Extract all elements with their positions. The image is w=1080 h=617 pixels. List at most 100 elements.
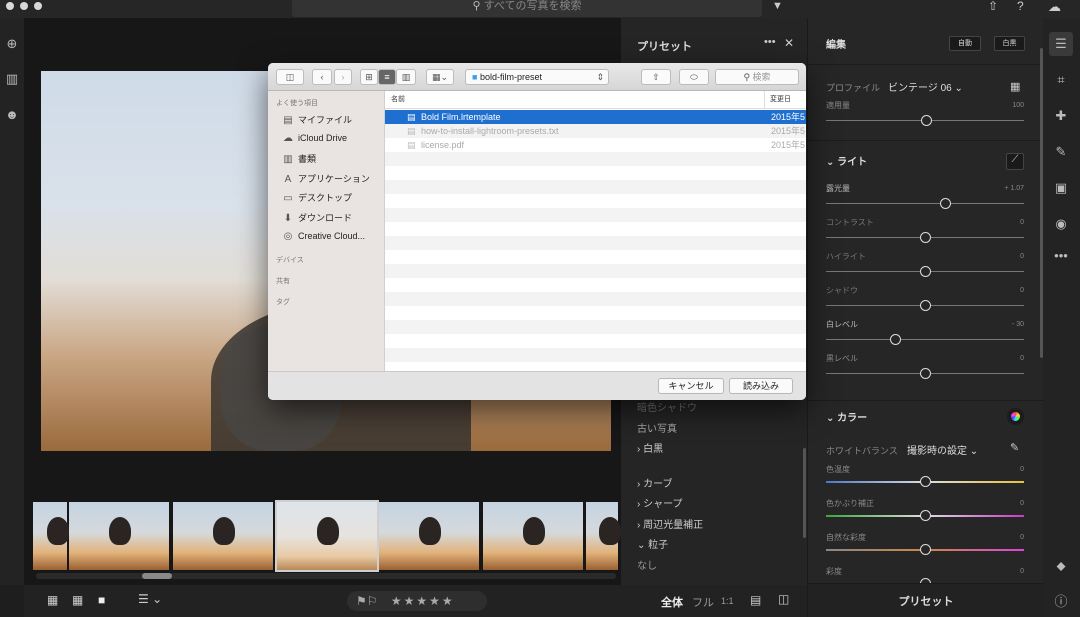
preset-group[interactable]: › 周辺光量補正: [637, 516, 703, 531]
file-row[interactable]: ▤ how-to-install-lightroom-presets.txt 201…: [385, 124, 806, 138]
filmstrip-thumb[interactable]: [379, 502, 479, 570]
preset-item[interactable]: 暗色シャドウ: [637, 399, 697, 414]
view-all-button[interactable]: 全体: [661, 594, 683, 610]
list-view-icon[interactable]: ≡: [378, 69, 396, 85]
preset-group[interactable]: › シャープ: [637, 495, 683, 510]
preset-item[interactable]: なし: [637, 557, 657, 572]
slider-knob[interactable]: [920, 232, 931, 243]
flag-icon[interactable]: ⚑⚐: [356, 594, 378, 608]
help-icon[interactable]: ?: [1017, 0, 1024, 13]
cancel-button[interactable]: キャンセル: [658, 378, 724, 394]
brush-icon[interactable]: ✎: [1053, 144, 1069, 160]
add-photo-icon[interactable]: ⊕: [5, 37, 19, 51]
preset-scrollbar[interactable]: [803, 448, 806, 538]
sidebar-item-icloud[interactable]: ☁ iCloud Drive: [282, 133, 347, 144]
slider-knob[interactable]: [920, 266, 931, 277]
slider-knob[interactable]: [920, 544, 931, 555]
file-row[interactable]: ▤ Bold Film.lrtemplate 2015年5: [385, 110, 806, 124]
auto-button[interactable]: 自動: [949, 36, 981, 51]
filmstrip-thumb[interactable]: [483, 502, 583, 570]
eyedropper-icon[interactable]: ✎: [1010, 441, 1019, 454]
folder-dropdown[interactable]: ■ bold-film-preset ⇕: [465, 69, 609, 85]
detail-view-icon[interactable]: ■: [98, 593, 105, 607]
column-view-icon[interactable]: ▥: [396, 69, 416, 85]
sidebar-toggle-icon[interactable]: ◫: [276, 69, 304, 85]
view-fit-button[interactable]: フル: [692, 594, 714, 610]
column-header-name[interactable]: 名前: [385, 91, 765, 109]
preset-group[interactable]: ⌄ 粒子: [637, 536, 668, 551]
slider-knob[interactable]: [920, 368, 931, 379]
sort-icon[interactable]: ☰ ⌄: [138, 592, 162, 606]
share-icon[interactable]: ⇧: [988, 0, 998, 13]
tone-curve-icon[interactable]: ⟋: [1006, 153, 1024, 170]
gallery-view-icon[interactable]: ▦⌄: [426, 69, 454, 85]
info-icon[interactable]: ⓘ: [1053, 594, 1069, 610]
sidebar-item-desktop[interactable]: ▭ デスクトップ: [282, 191, 352, 204]
sidebar-item-creative-cloud[interactable]: ◎ Creative Cloud...: [282, 231, 365, 242]
filter-icon[interactable]: ▼: [772, 0, 783, 12]
color-header[interactable]: ⌄ カラー: [826, 409, 867, 424]
color-mixer-icon[interactable]: [1007, 408, 1024, 425]
healing-icon[interactable]: ✚: [1053, 108, 1069, 124]
slider-knob[interactable]: [939, 198, 951, 209]
more-icon[interactable]: •••: [764, 36, 776, 48]
filmstrip-thumb[interactable]: [586, 502, 621, 570]
back-icon[interactable]: ‹: [312, 69, 332, 85]
sidebar-item-downloads[interactable]: ⬇ ダウンロード: [282, 211, 352, 224]
filmstrip-thumb[interactable]: [173, 502, 273, 570]
profile-browser-icon[interactable]: ▦: [1010, 80, 1020, 93]
forward-icon[interactable]: ›: [334, 69, 352, 85]
icon-view-icon[interactable]: ⊞: [360, 69, 378, 85]
slider-knob[interactable]: [920, 300, 931, 311]
tag-icon[interactable]: ⬭: [679, 69, 709, 85]
library-icon[interactable]: ▥: [5, 72, 19, 86]
people-icon[interactable]: ☻: [5, 108, 19, 122]
grid-view-icon[interactable]: ▦: [47, 593, 58, 607]
star-rating[interactable]: ★★★★★: [391, 594, 455, 608]
before-after-icon[interactable]: ◫: [778, 592, 789, 606]
slider-knob[interactable]: [920, 510, 931, 521]
slider-knob[interactable]: [890, 334, 902, 345]
compare-icon[interactable]: ▤: [750, 593, 761, 607]
light-header[interactable]: ⌄ ライト: [826, 153, 867, 168]
cloud-icon[interactable]: ☁: [1048, 0, 1061, 15]
more-tools-icon[interactable]: •••: [1053, 248, 1069, 264]
sidebar-item-documents[interactable]: ▥ 書類: [282, 152, 316, 165]
presets-button[interactable]: プリセット: [808, 593, 1044, 609]
preset-item[interactable]: 古い写真: [637, 420, 677, 435]
window-dot-icon[interactable]: [34, 2, 42, 10]
preset-group[interactable]: › 白黒: [637, 440, 663, 455]
bw-button[interactable]: 白黒: [994, 36, 1025, 51]
open-button[interactable]: 読み込み: [729, 378, 793, 394]
filmstrip-scroll-thumb[interactable]: [142, 573, 172, 579]
amount-slider-knob[interactable]: [921, 115, 932, 126]
slider-track[interactable]: [826, 339, 1024, 340]
preset-group[interactable]: › カーブ: [637, 475, 673, 490]
sidebar-item-myfiles[interactable]: ▤ マイファイル: [282, 113, 352, 126]
close-icon[interactable]: ✕: [784, 36, 794, 50]
window-dot-icon[interactable]: [20, 2, 28, 10]
filmstrip-scrollbar[interactable]: [36, 573, 616, 579]
search-bar[interactable]: ⚲ すべての写真を検索: [292, 0, 762, 17]
crop-icon[interactable]: ⌗: [1053, 72, 1069, 88]
column-header-date[interactable]: 変更日: [765, 91, 806, 109]
sidebar-item-applications[interactable]: A アプリケーション: [282, 172, 370, 185]
wb-dropdown[interactable]: 撮影時の設定 ⌄: [907, 442, 978, 457]
radial-gradient-icon[interactable]: ◉: [1053, 216, 1069, 232]
filmstrip-thumb[interactable]: [69, 502, 169, 570]
slider-knob[interactable]: [920, 476, 931, 487]
cloud-icon: ☁: [283, 133, 293, 144]
file-row[interactable]: ▤ license.pdf 2015年5: [385, 138, 806, 152]
dialog-search-input[interactable]: ⚲ 検索: [715, 69, 799, 85]
filmstrip-thumb[interactable]: [33, 502, 69, 570]
view-1to1-button[interactable]: 1:1: [721, 596, 734, 606]
slider-track[interactable]: [826, 203, 1024, 204]
tag-icon[interactable]: ⬥: [1053, 558, 1069, 574]
edit-sliders-icon[interactable]: ☰: [1053, 36, 1069, 52]
window-dot-icon[interactable]: [6, 2, 14, 10]
profile-dropdown[interactable]: ビンテージ 06 ⌄: [888, 79, 963, 94]
linear-gradient-icon[interactable]: ▣: [1053, 180, 1069, 196]
filmstrip-thumb-selected[interactable]: [275, 500, 379, 572]
square-grid-icon[interactable]: ▦: [72, 593, 83, 607]
share-icon[interactable]: ⇧: [641, 69, 671, 85]
